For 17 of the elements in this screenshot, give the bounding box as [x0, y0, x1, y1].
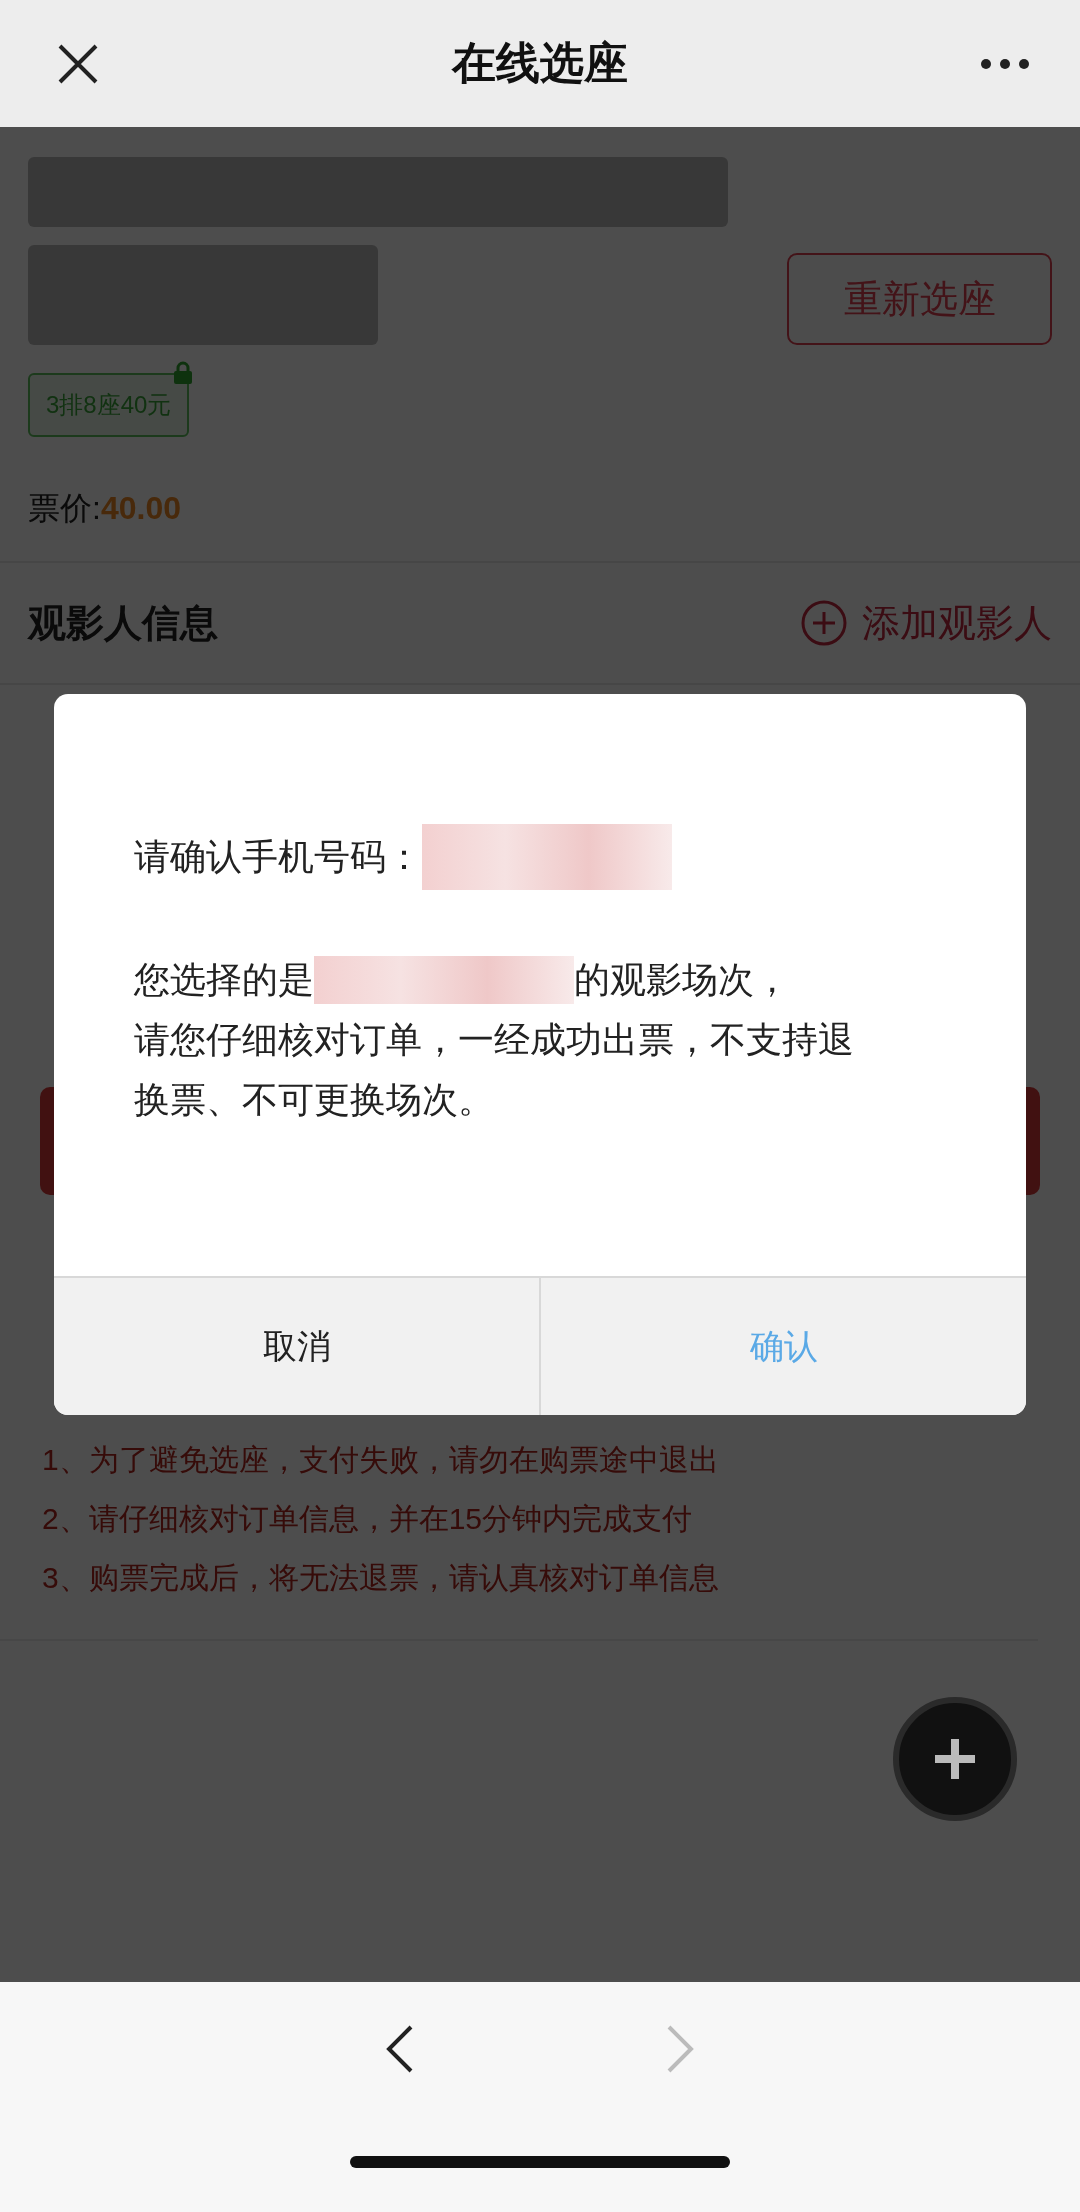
price-value: 40.00 — [100, 490, 181, 526]
price-label: 票价: — [28, 490, 101, 526]
phone-label: 请确认手机号码： — [134, 834, 422, 879]
page-title: 在线选座 — [452, 37, 628, 89]
add-viewer-link[interactable]: 添加观影人 — [862, 597, 1052, 649]
message-text: 您选择的是 — [134, 957, 314, 1002]
confirm-button[interactable]: 确认 — [539, 1278, 1026, 1415]
cancel-button[interactable]: 取消 — [54, 1278, 539, 1415]
note-text: 1、为了避免选座，支付失败，请勿在购票途中退出 — [42, 1442, 720, 1478]
back-icon[interactable] — [385, 2024, 415, 2074]
note-text: 3、购票完成后，将无法退票，请认真核对订单信息 — [42, 1560, 720, 1596]
message-text: 的观影场次， — [574, 957, 790, 1002]
note-text: 2、请仔细核对订单信息，并在15分钟内完成支付 — [42, 1501, 694, 1537]
reselect-button[interactable]: 重新选座 — [787, 253, 1052, 345]
message-text: 请您仔细核对订单，一经成功出票，不支持退换票、不可更换场次。 — [134, 1018, 855, 1122]
more-icon[interactable] — [980, 57, 1030, 70]
section-title: 观影人信息 — [28, 600, 218, 646]
